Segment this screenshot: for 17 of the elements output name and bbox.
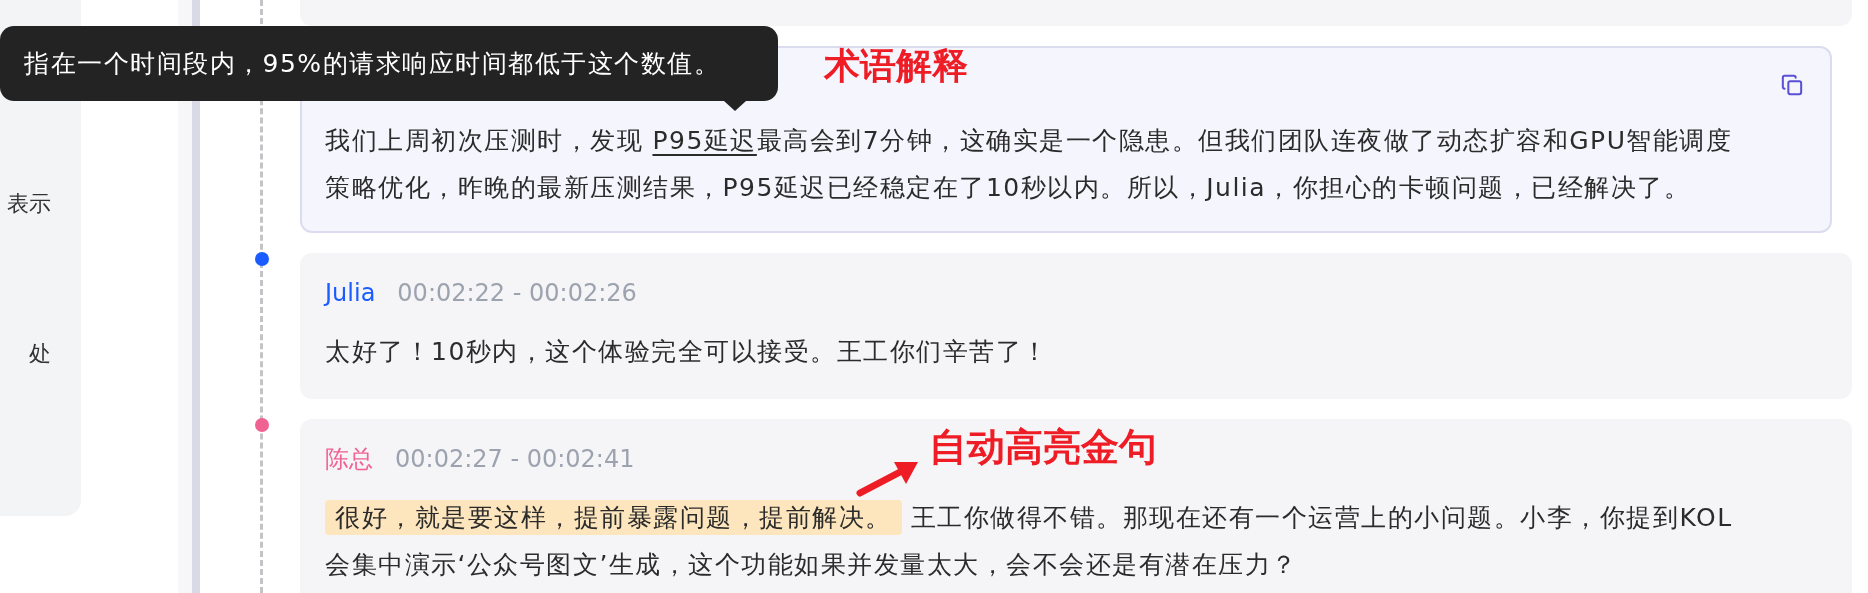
highlighted-quote: 很好，就是要这样，提前暴露问题，提前解决。	[325, 500, 902, 535]
copy-icon[interactable]	[1781, 74, 1803, 96]
timestamp: 00:02:27 - 00:02:41	[395, 444, 635, 475]
speaker-name: 陈总	[325, 444, 373, 475]
sidebar-text: 处	[29, 340, 52, 368]
timestamp: 00:02:22 - 00:02:26	[397, 278, 637, 309]
message-text: 很好，就是要这样，提前暴露问题，提前解决。 王工你做得不错。那现在还有一个运营上的小问题。小李，你提到KOL 会集中演示‘公众号图文’生成，这个功能如果并发量太大，会不会还是有潜在压力？	[325, 494, 1827, 588]
message-text: 太好了！10秒内，这个体验完全可以接受。王工你们辛苦了！	[325, 336, 1050, 368]
annotation-label: 术语解释	[824, 44, 968, 88]
message-card[interactable]: Julia 00:02:22 - 00:02:26 太好了！10秒内，这个体验完全可以接受。王工你们辛苦了！	[300, 253, 1852, 399]
message-text: 我们上周初次压测时，发现 P95延迟最高会到7分钟，这确实是一个隐患。但我们团队连夜做了动态扩容和GPU智能调度 策略优化，昨晚的最新压测结果，P95延迟已经稳定在了10秒以内。所以，Julia，你担心的卡顿问题，已经解决了。	[325, 125, 1734, 204]
annotation-label: 自动高亮金句	[929, 424, 1157, 471]
term-link[interactable]: P95延迟	[652, 126, 757, 155]
sidebar-text: 表示	[7, 190, 52, 218]
message-card[interactable]: 陈总 00:02:27 - 00:02:41 自动高亮金句 很好，就是要这样，提前暴露问题，提前解决。 王工你做得不错。那现在还有一个运营上的小问题。小李，你提到KOL 会集中演示‘公众号图文’生成，这个功能如果并发量太大，会不会还是有潜在压力？	[300, 419, 1852, 593]
tooltip: 指在一个时间段内，95%的请求响应时间都低于这个数值。	[0, 26, 778, 111]
speaker-name: Julia	[325, 278, 376, 309]
